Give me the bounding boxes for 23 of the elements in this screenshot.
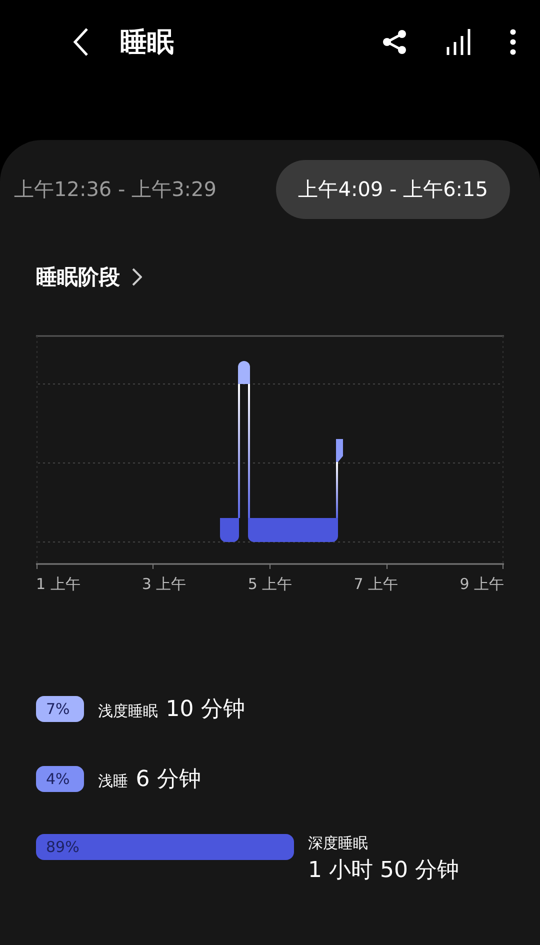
stage-label: 浅度睡眠	[98, 702, 158, 721]
section-title[interactable]: 睡眠阶段	[36, 263, 120, 291]
axis-label: 1 上午	[36, 575, 80, 594]
stage-duration: 1 小时 50 分钟	[308, 857, 459, 885]
more-menu-icon[interactable]	[510, 29, 516, 55]
axis-label: 5 上午	[248, 575, 292, 594]
chevron-right-icon[interactable]	[132, 268, 142, 286]
percent-bar: 7%	[36, 696, 84, 722]
stage-duration: 10 分钟	[166, 696, 245, 724]
time-range-tab[interactable]: 上午12:36 - 上午3:29	[14, 160, 238, 219]
back-button[interactable]	[72, 27, 90, 57]
time-range-tab[interactable]: 上午4:09 - 上午6:15	[276, 160, 510, 219]
page-title: 睡眠	[120, 26, 175, 60]
stage-duration: 6 分钟	[136, 766, 201, 794]
percent-bar: 4%	[36, 766, 84, 792]
axis-label: 7 上午	[354, 575, 398, 594]
percent-bar: 89%	[36, 834, 294, 860]
bar-chart-icon[interactable]	[446, 28, 472, 56]
stage-label: 浅睡	[98, 772, 128, 791]
axis-label: 3 上午	[142, 575, 186, 594]
stage-label: 深度睡眠	[308, 834, 368, 853]
share-icon[interactable]	[382, 29, 408, 55]
axis-label: 9 上午	[460, 575, 504, 594]
